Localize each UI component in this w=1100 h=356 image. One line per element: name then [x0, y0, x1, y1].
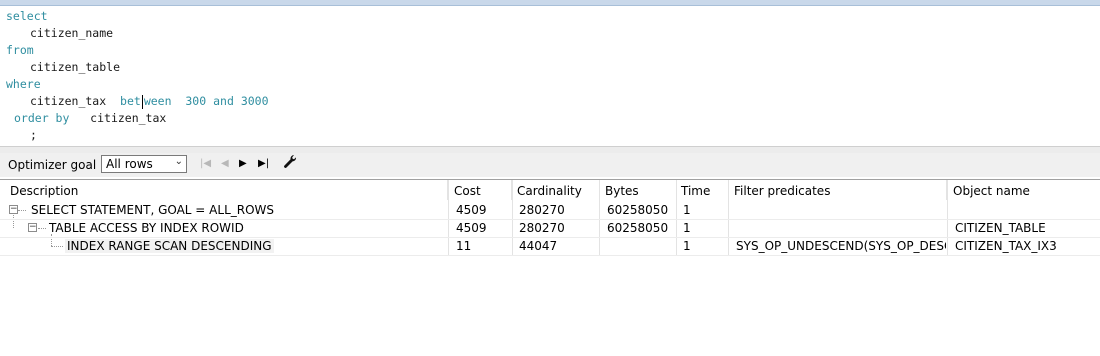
previous-icon[interactable]: ◀ — [221, 156, 229, 172]
cell-cardinality: 280270 — [519, 221, 565, 235]
cell-description: INDEX RANGE SCAN DESCENDING — [63, 237, 447, 255]
code-line: citizen_name — [30, 25, 113, 42]
plan-toolbar: Optimizer goal All rows ⌄ |◀ ◀ ▶ ▶| — [0, 153, 1100, 177]
cell-cost: 11 — [456, 239, 472, 253]
cell-object-name — [953, 201, 1098, 219]
identifier: citizen_tax — [30, 94, 107, 108]
identifier: citizen_tax — [90, 111, 167, 125]
first-icon[interactable]: |◀ — [200, 156, 211, 172]
semicolon: ; — [30, 128, 37, 142]
column-header-filter-predicates[interactable]: Filter predicates — [732, 180, 947, 200]
collapse-icon[interactable]: − — [9, 205, 18, 214]
column-header-description[interactable]: Description — [8, 180, 448, 200]
identifier: citizen_name — [30, 26, 114, 40]
optimizer-goal-select[interactable]: All rows ⌄ — [101, 155, 187, 173]
cell-cardinality: 44047 — [519, 239, 558, 253]
keyword: select — [6, 9, 48, 23]
cell-cost: 4509 — [456, 203, 487, 217]
wrench-icon[interactable] — [283, 154, 297, 170]
code-line: citizen_tax bet ween 300 and 3000 — [30, 93, 269, 110]
cell-filter-predicates — [734, 219, 946, 237]
column-header-object-name[interactable]: Object name — [951, 180, 1100, 200]
number-literal: 300 — [185, 94, 207, 108]
cell-object-name: CITIZEN_TABLE — [955, 221, 1046, 235]
column-header-bytes[interactable]: Bytes — [603, 180, 677, 200]
column-header-cardinality[interactable]: Cardinality — [515, 180, 600, 200]
cell-description: TABLE ACCESS BY INDEX ROWID — [49, 221, 244, 235]
code-line: select — [6, 8, 48, 25]
cell-bytes: 60258050 — [607, 203, 669, 217]
keyword: order by — [14, 111, 70, 125]
last-icon[interactable]: ▶| — [258, 156, 269, 172]
cell-filter-predicates — [734, 201, 946, 219]
cell-bytes: 60258050 — [607, 221, 669, 235]
cell-cardinality: 280270 — [519, 203, 565, 217]
number-literal: 3000 — [240, 94, 269, 108]
optimizer-goal-value: All rows — [106, 157, 153, 171]
cell-time: 1 — [683, 221, 691, 235]
table-row[interactable]: INDEX RANGE SCAN DESCENDING 11 44047 1 S… — [0, 237, 1100, 256]
next-icon[interactable]: ▶ — [239, 156, 247, 172]
cell-time: 1 — [683, 203, 691, 217]
code-line: from — [6, 42, 34, 59]
cell-object-name: CITIZEN_TAX_IX3 — [955, 239, 1057, 253]
cell-cost: 4509 — [456, 221, 487, 235]
grid-header: Description Cost Cardinality Bytes Time … — [0, 180, 1100, 200]
table-row[interactable]: − TABLE ACCESS BY INDEX ROWID 4509 28027… — [0, 219, 1100, 238]
cell-time: 1 — [683, 239, 691, 253]
column-header-cost[interactable]: Cost — [452, 180, 512, 200]
code-line: where — [6, 76, 41, 93]
column-header-time[interactable]: Time — [679, 180, 729, 200]
sql-editor[interactable]: select citizen_name from citizen_table w… — [0, 6, 1100, 146]
keyword: where — [6, 77, 41, 91]
optimizer-goal-label: Optimizer goal — [8, 158, 97, 172]
cell-filter-predicates: SYS_OP_UNDESCEND(SYS_OP_DESCE... — [736, 239, 946, 253]
cell-description-text: INDEX RANGE SCAN DESCENDING — [65, 239, 274, 253]
code-line: ; — [30, 127, 37, 144]
keyword: ween — [143, 94, 172, 108]
collapse-icon[interactable]: − — [28, 223, 37, 232]
code-line: order by citizen_tax — [14, 110, 166, 127]
text-cursor — [141, 94, 143, 109]
cell-bytes — [605, 237, 675, 255]
execution-plan-grid: Description Cost Cardinality Bytes Time … — [0, 179, 1100, 356]
keyword: and — [213, 94, 234, 108]
keyword: from — [6, 43, 34, 57]
table-row[interactable]: − SELECT STATEMENT, GOAL = ALL_ROWS 4509… — [0, 201, 1100, 220]
code-line: citizen_table — [30, 59, 120, 76]
keyword: bet — [120, 94, 141, 108]
chevron-down-icon: ⌄ — [174, 156, 183, 167]
cell-description: SELECT STATEMENT, GOAL = ALL_ROWS — [31, 203, 275, 217]
identifier: citizen_table — [30, 60, 121, 74]
